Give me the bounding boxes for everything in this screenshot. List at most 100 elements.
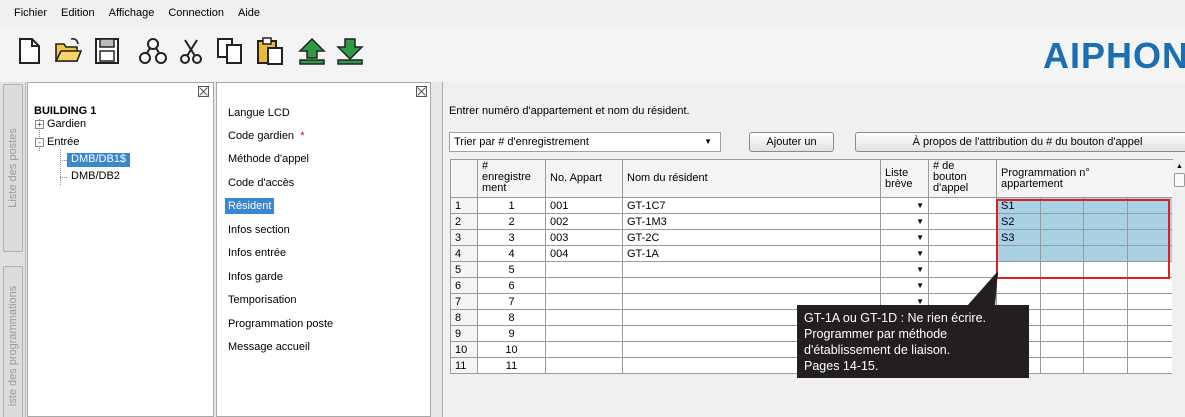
menu-edition[interactable]: Edition	[54, 7, 102, 19]
program-cell[interactable]	[1083, 357, 1128, 374]
add-button[interactable]: Ajouter un	[749, 132, 834, 152]
menu-item-programmation-poste[interactable]: Programmation poste	[225, 316, 336, 332]
apartment-number-cell[interactable]	[545, 261, 623, 278]
short-list-dropdown[interactable]: ▼	[880, 213, 929, 230]
record-number-cell[interactable]: 9	[477, 325, 546, 342]
short-list-dropdown[interactable]: ▼	[880, 197, 929, 214]
program-cell[interactable]	[1126, 277, 1174, 294]
menu-connection[interactable]: Connection	[161, 7, 231, 19]
program-cell[interactable]	[1126, 341, 1174, 358]
resident-name-cell[interactable]	[622, 277, 881, 294]
column-header-apartment-programming[interactable]: Programmation n° appartement	[995, 159, 1174, 198]
menu-fichier[interactable]: Fichier	[7, 7, 54, 19]
tree-node-gardien[interactable]: + Gardien	[35, 118, 86, 130]
tree-leaf-dmb-db1[interactable]: DMB/DB1$	[67, 153, 131, 167]
call-button-cell[interactable]	[928, 229, 997, 246]
menu-item-temporisation[interactable]: Temporisation	[225, 292, 299, 308]
apartment-number-cell[interactable]: 002	[545, 213, 623, 230]
program-cell[interactable]	[1083, 325, 1128, 342]
menu-item-code-gardien[interactable]: Code gardien *	[225, 128, 307, 144]
program-cell[interactable]	[1040, 341, 1084, 358]
column-header-resident-name[interactable]: Nom du résident	[622, 159, 881, 198]
copy-icon[interactable]	[215, 36, 245, 66]
network-icon[interactable]	[138, 36, 168, 66]
resident-name-cell[interactable]: GT-1C7	[622, 197, 881, 214]
menu-affichage[interactable]: Affichage	[102, 7, 162, 19]
apartment-number-cell[interactable]: 001	[545, 197, 623, 214]
record-number-cell[interactable]: 11	[477, 357, 546, 374]
menu-item-methode-appel[interactable]: Méthode d'appel	[225, 151, 312, 167]
program-cell[interactable]	[1083, 277, 1128, 294]
open-folder-icon[interactable]	[53, 36, 83, 66]
column-header-short-list[interactable]: Liste brève	[880, 159, 929, 198]
menu-item-infos-entree[interactable]: Infos entrée	[225, 245, 289, 261]
record-number-cell[interactable]: 1	[477, 197, 546, 214]
menu-item-infos-section[interactable]: Infos section	[225, 222, 293, 238]
call-button-cell[interactable]	[928, 245, 997, 262]
apartment-number-cell[interactable]	[545, 277, 623, 294]
new-file-icon[interactable]	[14, 36, 44, 66]
menu-item-message-accueil[interactable]: Message accueil	[225, 339, 313, 355]
program-cell[interactable]	[1040, 325, 1084, 342]
tab-liste-des-postes[interactable]: Liste des postes	[3, 84, 23, 252]
resident-name-cell[interactable]	[622, 261, 881, 278]
column-header-call-button-number[interactable]: # de bouton d'appel	[928, 159, 997, 198]
column-header-apartment-number[interactable]: No. Appart	[545, 159, 623, 198]
program-cell[interactable]	[1126, 325, 1174, 342]
menu-item-resident[interactable]: Résident	[225, 198, 275, 214]
close-icon[interactable]	[416, 86, 427, 97]
menu-item-code-acces[interactable]: Code d'accès	[225, 175, 297, 191]
program-cell[interactable]	[1083, 341, 1128, 358]
program-cell[interactable]	[1040, 293, 1084, 310]
apartment-number-cell[interactable]: 003	[545, 229, 623, 246]
program-cell[interactable]	[1126, 293, 1174, 310]
program-cell[interactable]	[1083, 309, 1128, 326]
program-cell[interactable]	[1040, 309, 1084, 326]
short-list-dropdown[interactable]: ▼	[880, 277, 929, 294]
short-list-dropdown[interactable]: ▼	[880, 245, 929, 262]
menu-aide[interactable]: Aide	[231, 7, 267, 19]
record-number-cell[interactable]: 5	[477, 261, 546, 278]
record-number-cell[interactable]: 3	[477, 229, 546, 246]
tree-node-entree[interactable]: - Entrée	[35, 136, 79, 148]
collapse-icon[interactable]: -	[35, 137, 44, 147]
short-list-dropdown[interactable]: ▼	[880, 261, 929, 278]
resident-name-cell[interactable]: GT-2C	[622, 229, 881, 246]
sort-select[interactable]: Trier par # d'enregistrement ▼	[449, 132, 721, 152]
apartment-number-cell[interactable]: 004	[545, 245, 623, 262]
record-number-cell[interactable]: 4	[477, 245, 546, 262]
scroll-up-arrow-icon[interactable]: ▲	[1176, 163, 1183, 170]
apartment-number-cell[interactable]	[545, 341, 623, 358]
about-call-button-assignment-button[interactable]: À propos de l'attribution du # du bouton…	[855, 132, 1185, 152]
record-number-cell[interactable]: 10	[477, 341, 546, 358]
menu-item-infos-garde[interactable]: Infos garde	[225, 269, 286, 285]
resident-name-cell[interactable]: GT-1A	[622, 245, 881, 262]
program-cell[interactable]	[1040, 277, 1084, 294]
record-number-cell[interactable]: 6	[477, 277, 546, 294]
upload-icon[interactable]	[297, 36, 327, 66]
cut-icon[interactable]	[176, 36, 206, 66]
save-icon[interactable]	[92, 36, 122, 66]
program-cell[interactable]	[1083, 293, 1128, 310]
apartment-number-cell[interactable]	[545, 325, 623, 342]
close-icon[interactable]	[198, 86, 209, 97]
record-number-cell[interactable]: 2	[477, 213, 546, 230]
record-number-cell[interactable]: 8	[477, 309, 546, 326]
call-button-cell[interactable]	[928, 197, 997, 214]
tree-leaf-dmb-db2[interactable]: DMB/DB2	[67, 170, 124, 184]
short-list-dropdown[interactable]: ▼	[880, 229, 929, 246]
tab-liste-des-programmations[interactable]: iste des programmations	[3, 266, 23, 417]
paste-icon[interactable]	[255, 36, 285, 66]
apartment-number-cell[interactable]	[545, 293, 623, 310]
program-cell[interactable]	[1126, 309, 1174, 326]
scroll-thumb[interactable]	[1174, 173, 1185, 187]
apartment-number-cell[interactable]	[545, 309, 623, 326]
program-cell[interactable]	[1040, 357, 1084, 374]
apartment-number-cell[interactable]	[545, 357, 623, 374]
download-icon[interactable]	[335, 36, 365, 66]
column-header-record-number[interactable]: # enregistre ment	[477, 159, 546, 198]
program-cell[interactable]	[1126, 357, 1174, 374]
record-number-cell[interactable]: 7	[477, 293, 546, 310]
call-button-cell[interactable]	[928, 213, 997, 230]
menu-item-langue-lcd[interactable]: Langue LCD	[225, 105, 293, 121]
